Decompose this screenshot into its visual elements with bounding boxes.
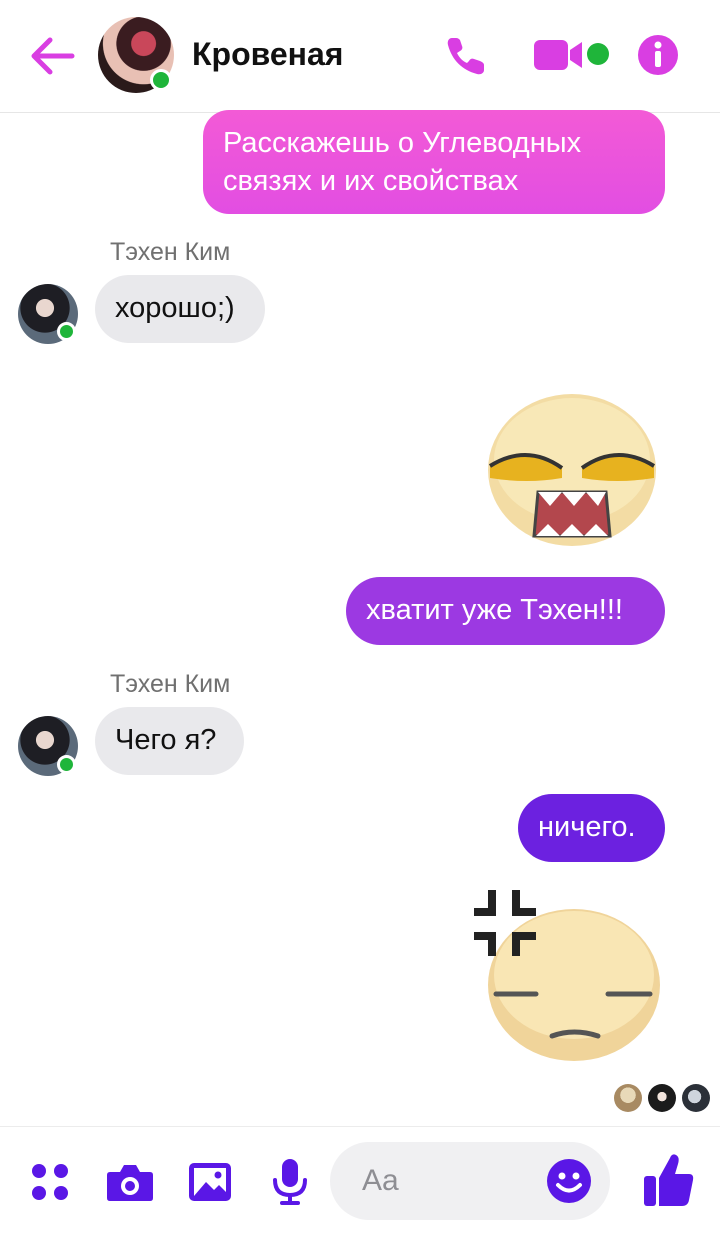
annoyed-face-sticker[interactable] (474, 890, 664, 1065)
sender-name: Тэхен Ким (110, 670, 231, 698)
message-incoming[interactable]: Чего я? (95, 707, 244, 775)
message-incoming[interactable]: хорошо;) (95, 275, 265, 343)
online-status-dot (150, 69, 172, 91)
phone-icon[interactable] (444, 34, 488, 78)
contact-name[interactable]: Кровеная (192, 36, 343, 73)
info-icon[interactable] (637, 34, 679, 76)
apps-icon[interactable] (30, 1162, 70, 1202)
camera-icon[interactable] (106, 1162, 154, 1202)
message-input[interactable] (360, 1160, 544, 1202)
message-outgoing[interactable]: хватит уже Тэхен!!! (346, 577, 665, 645)
back-arrow-icon[interactable] (28, 34, 76, 78)
emoji-icon[interactable] (546, 1158, 592, 1204)
message-text: Чего я? (115, 724, 217, 756)
message-text: ничего. (538, 811, 636, 843)
chat-header: Кровеная (0, 0, 720, 113)
message-text: хватит уже Тэхен!!! (366, 594, 623, 626)
video-icon[interactable] (534, 38, 584, 72)
gallery-icon[interactable] (188, 1162, 232, 1202)
seen-avatar (648, 1084, 676, 1112)
mic-icon[interactable] (272, 1158, 308, 1206)
online-status-dot (57, 322, 76, 341)
message-text: хорошо;) (115, 292, 235, 324)
smug-face-sticker[interactable] (482, 388, 662, 548)
thumbs-up-icon[interactable] (643, 1152, 695, 1208)
message-text: Расскажешь о Углеводных связях и их свой… (223, 127, 582, 197)
seen-avatar (614, 1084, 642, 1112)
message-outgoing[interactable]: Расскажешь о Углеводных связях и их свой… (203, 110, 665, 214)
video-active-dot (587, 43, 609, 65)
seen-avatar (682, 1084, 710, 1112)
online-status-dot (57, 755, 76, 774)
message-outgoing[interactable]: ничего. (518, 794, 665, 862)
sender-name: Тэхен Ким (110, 238, 231, 266)
